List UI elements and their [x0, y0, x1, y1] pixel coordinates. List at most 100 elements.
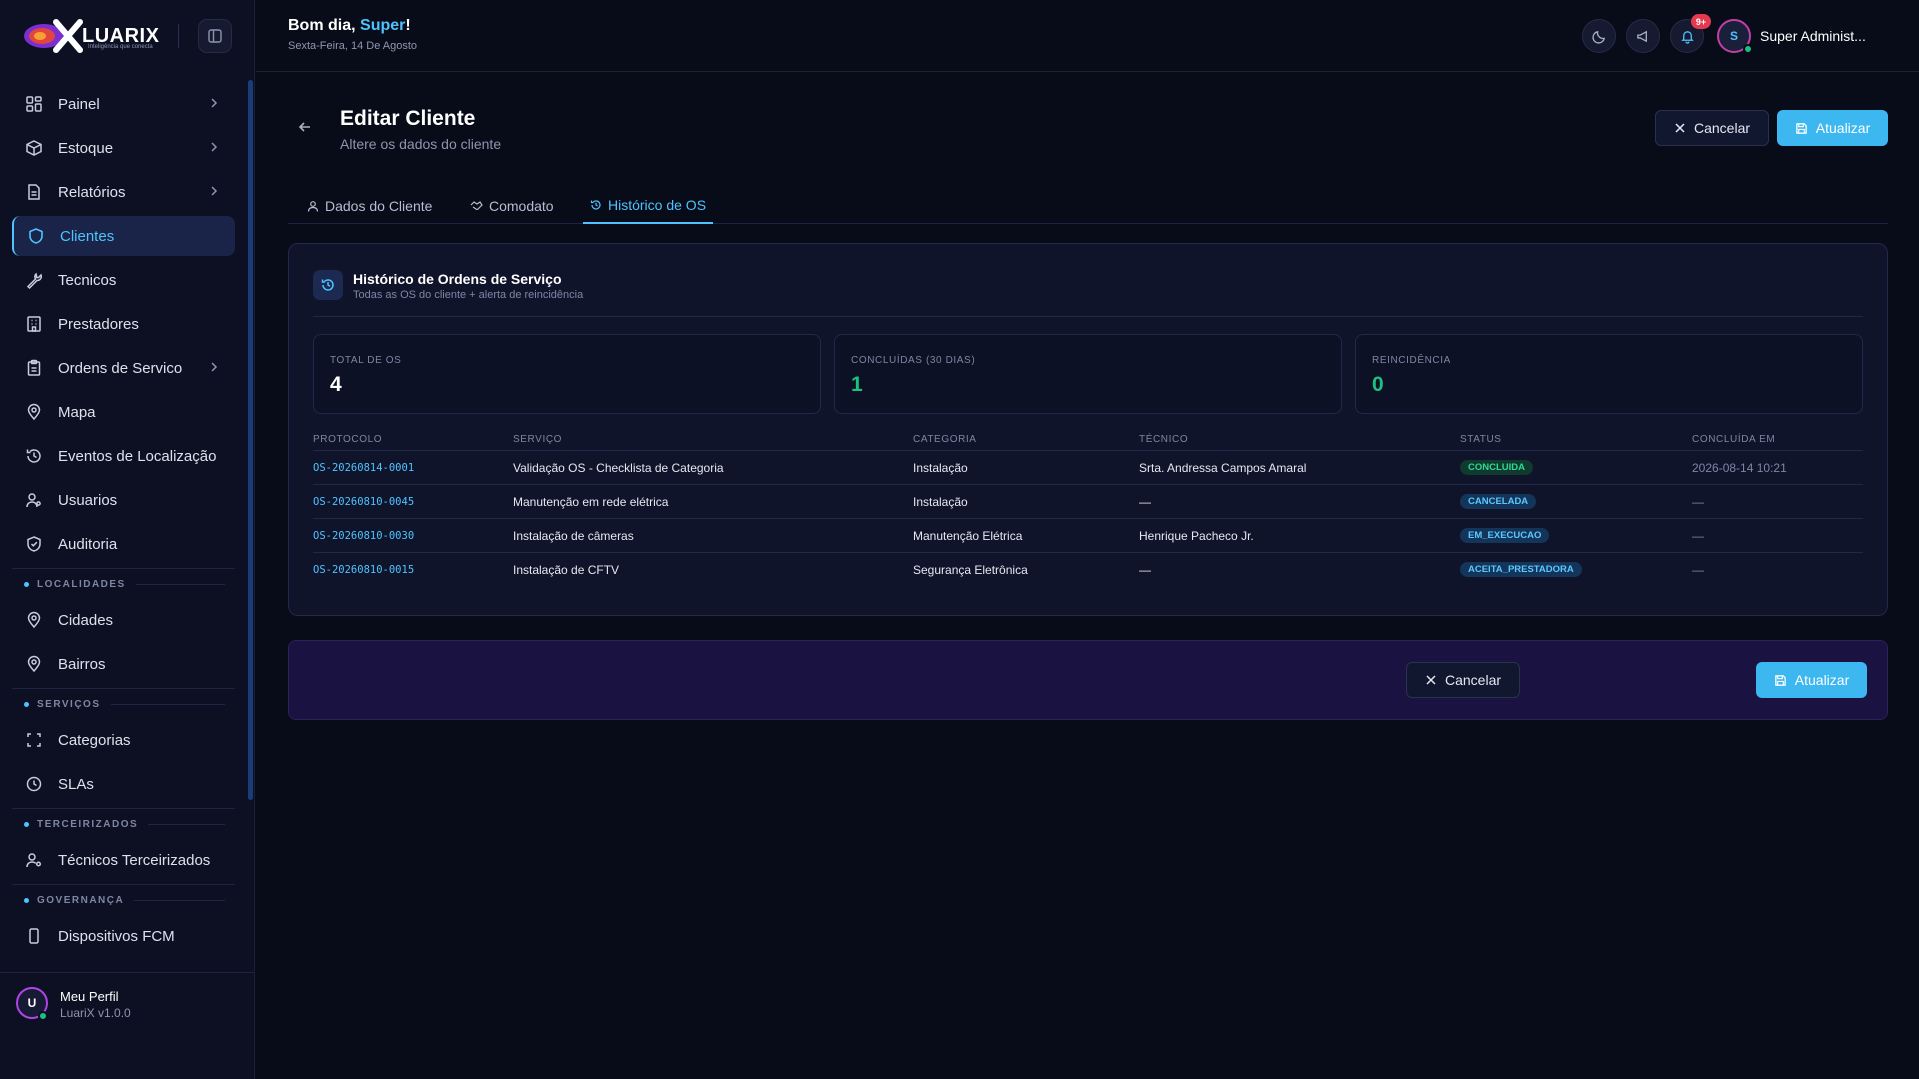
sidebar-item-label: Cidades — [58, 611, 114, 629]
sidebar-toggle-icon — [208, 29, 222, 43]
logo-divider — [178, 24, 179, 48]
service-cell: Instalação de câmeras — [513, 529, 634, 543]
sidebar-item-estoque[interactable]: Estoque — [12, 128, 235, 168]
theme-toggle-button[interactable] — [1582, 19, 1616, 53]
table-row[interactable]: OS-20260814-0001 Validação OS - Checklis… — [313, 450, 1863, 484]
profile-name: Meu Perfil — [60, 989, 119, 1004]
sidebar-item-clientes[interactable]: Clientes — [12, 216, 235, 256]
protocol-link[interactable]: OS-20260810-0030 — [313, 530, 414, 542]
technician-cell: Henrique Pacheco Jr. — [1139, 529, 1254, 543]
sidebar: LUARIX Inteligência que conecta Painel E… — [0, 0, 255, 1079]
column-header-categoria: CATEGORIA — [913, 434, 977, 445]
table-row[interactable]: OS-20260810-0030 Instalação de câmeras M… — [313, 518, 1863, 552]
cancel-button[interactable]: Cancelar — [1655, 110, 1769, 146]
tab-historico-de-os[interactable]: Histórico de OS — [583, 188, 714, 224]
sidebar-item-auditoria[interactable]: Auditoria — [12, 524, 235, 564]
sidebar-item-relatorios[interactable]: Relatórios — [12, 172, 235, 212]
section-terceirizados: TERCEIRIZADOS — [12, 808, 235, 840]
column-header-tecnico: TÉCNICO — [1139, 434, 1189, 445]
user-name[interactable]: Super Administ... — [1760, 28, 1866, 44]
map-pin-icon — [24, 654, 44, 674]
table-row[interactable]: OS-20260810-0015 Instalação de CFTV Segu… — [313, 552, 1863, 586]
sidebar-nav: Painel Estoque Relatórios Clientes Tecni… — [12, 84, 235, 960]
sidebar-item-mapa[interactable]: Mapa — [12, 392, 235, 432]
back-button[interactable] — [296, 118, 314, 141]
service-cell: Validação OS - Checklista de Categoria — [513, 461, 724, 475]
bell-icon — [1680, 30, 1694, 44]
sidebar-item-slas[interactable]: SLAs — [12, 764, 235, 804]
building-icon — [24, 314, 44, 334]
stat-reincidencia: REINCIDÊNCIA 0 — [1355, 334, 1863, 414]
save-icon — [1774, 674, 1786, 686]
stat-label: REINCIDÊNCIA — [1372, 355, 1451, 366]
sidebar-item-dispositivos-fcm[interactable]: Dispositivos FCM — [12, 916, 235, 956]
arrow-left-icon — [298, 122, 310, 132]
greeting-name: Super — [360, 17, 406, 34]
category-cell: Instalação — [913, 495, 968, 509]
sidebar-item-label: Estoque — [58, 139, 114, 157]
protocol-link[interactable]: OS-20260814-0001 — [313, 462, 414, 474]
sidebar-item-label: Clientes — [60, 227, 115, 245]
sidebar-item-label: Mapa — [58, 403, 96, 421]
sidebar-scrollbar[interactable] — [248, 80, 253, 800]
profile-menu[interactable]: U Meu Perfil LuariX v1.0.0 — [0, 972, 255, 1079]
os-history-card: Histórico de Ordens de Serviço Todas as … — [288, 243, 1888, 616]
column-header-status: STATUS — [1460, 434, 1502, 445]
stat-value: 1 — [851, 373, 863, 396]
status-badge: EM_EXECUCAO — [1460, 528, 1550, 543]
section-governanca: GOVERNANÇA — [12, 884, 235, 916]
sidebar-item-usuarios[interactable]: Usuarios — [12, 480, 235, 520]
sidebar-item-eventos-de-localizacao[interactable]: Eventos de Localização — [12, 436, 235, 476]
history-icon — [590, 200, 601, 210]
user-cog-icon — [24, 850, 44, 870]
footer-update-button[interactable]: Atualizar — [1756, 662, 1867, 698]
user-online-dot — [1743, 44, 1753, 54]
section-servicos: SERVIÇOS — [12, 688, 235, 720]
logo-tagline: Inteligência que conecta — [88, 44, 153, 50]
greeting: Bom dia, Super! — [288, 17, 411, 34]
status-badge: ACEITA_PRESTADORA — [1460, 562, 1582, 577]
chevron-right-icon — [211, 98, 218, 108]
card-title: Histórico de Ordens de Serviço — [353, 271, 562, 287]
sidebar-item-painel[interactable]: Painel — [12, 84, 235, 124]
protocol-link[interactable]: OS-20260810-0045 — [313, 496, 414, 508]
sidebar-item-label: Relatórios — [58, 183, 126, 201]
chevron-right-icon — [211, 362, 218, 372]
update-button[interactable]: Atualizar — [1777, 110, 1888, 146]
page-subtitle: Altere os dados do cliente — [340, 136, 502, 152]
map-pin-icon — [24, 402, 44, 422]
sidebar-item-prestadores[interactable]: Prestadores — [12, 304, 235, 344]
sidebar-item-categorias[interactable]: Categorias — [12, 720, 235, 760]
shield-check-icon — [24, 534, 44, 554]
logo-icon — [20, 19, 88, 53]
page-title: Editar Cliente — [340, 107, 476, 130]
stat-label: CONCLUÍDAS (30 DIAS) — [851, 355, 976, 366]
sidebar-item-tecnicos-terceirizados[interactable]: Técnicos Terceirizados — [12, 840, 235, 880]
tab-dados-do-cliente[interactable]: Dados do Cliente — [300, 188, 439, 224]
collapse-sidebar-button[interactable] — [198, 19, 232, 53]
column-header-concluida-em: CONCLUÍDA EM — [1692, 434, 1776, 445]
sidebar-item-label: Ordens de Servico — [58, 359, 183, 377]
sidebar-item-tecnicos[interactable]: Tecnicos — [12, 260, 235, 300]
logo[interactable]: LUARIX Inteligência que conecta — [0, 0, 254, 72]
sidebar-item-bairros[interactable]: Bairros — [12, 644, 235, 684]
clipboard-icon — [24, 358, 44, 378]
announcements-button[interactable] — [1626, 19, 1660, 53]
service-cell: Instalação de CFTV — [513, 563, 620, 577]
sidebar-item-label: Auditoria — [58, 535, 118, 553]
stat-concluidas-30-dias: CONCLUÍDAS (30 DIAS) 1 — [834, 334, 1342, 414]
footer-cancel-button[interactable]: Cancelar — [1406, 662, 1520, 698]
protocol-link[interactable]: OS-20260810-0015 — [313, 564, 414, 576]
tab-comodato[interactable]: Comodato — [463, 188, 561, 224]
section-title: SERVIÇOS — [37, 699, 101, 710]
chevron-right-icon — [211, 186, 218, 196]
card-subtitle: Todas as OS do cliente + alerta de reinc… — [353, 289, 584, 301]
category-cell: Segurança Eletrônica — [913, 563, 1028, 577]
table-row[interactable]: OS-20260810-0045 Manutenção em rede elét… — [313, 484, 1863, 518]
technician-cell: — — [1139, 563, 1151, 577]
online-status-dot — [38, 1011, 48, 1021]
tab-bar: Dados do Cliente Comodato Histórico de O… — [288, 188, 1888, 224]
grid-icon — [24, 94, 44, 114]
sidebar-item-ordens-de-servico[interactable]: Ordens de Servico — [12, 348, 235, 388]
sidebar-item-cidades[interactable]: Cidades — [12, 600, 235, 640]
